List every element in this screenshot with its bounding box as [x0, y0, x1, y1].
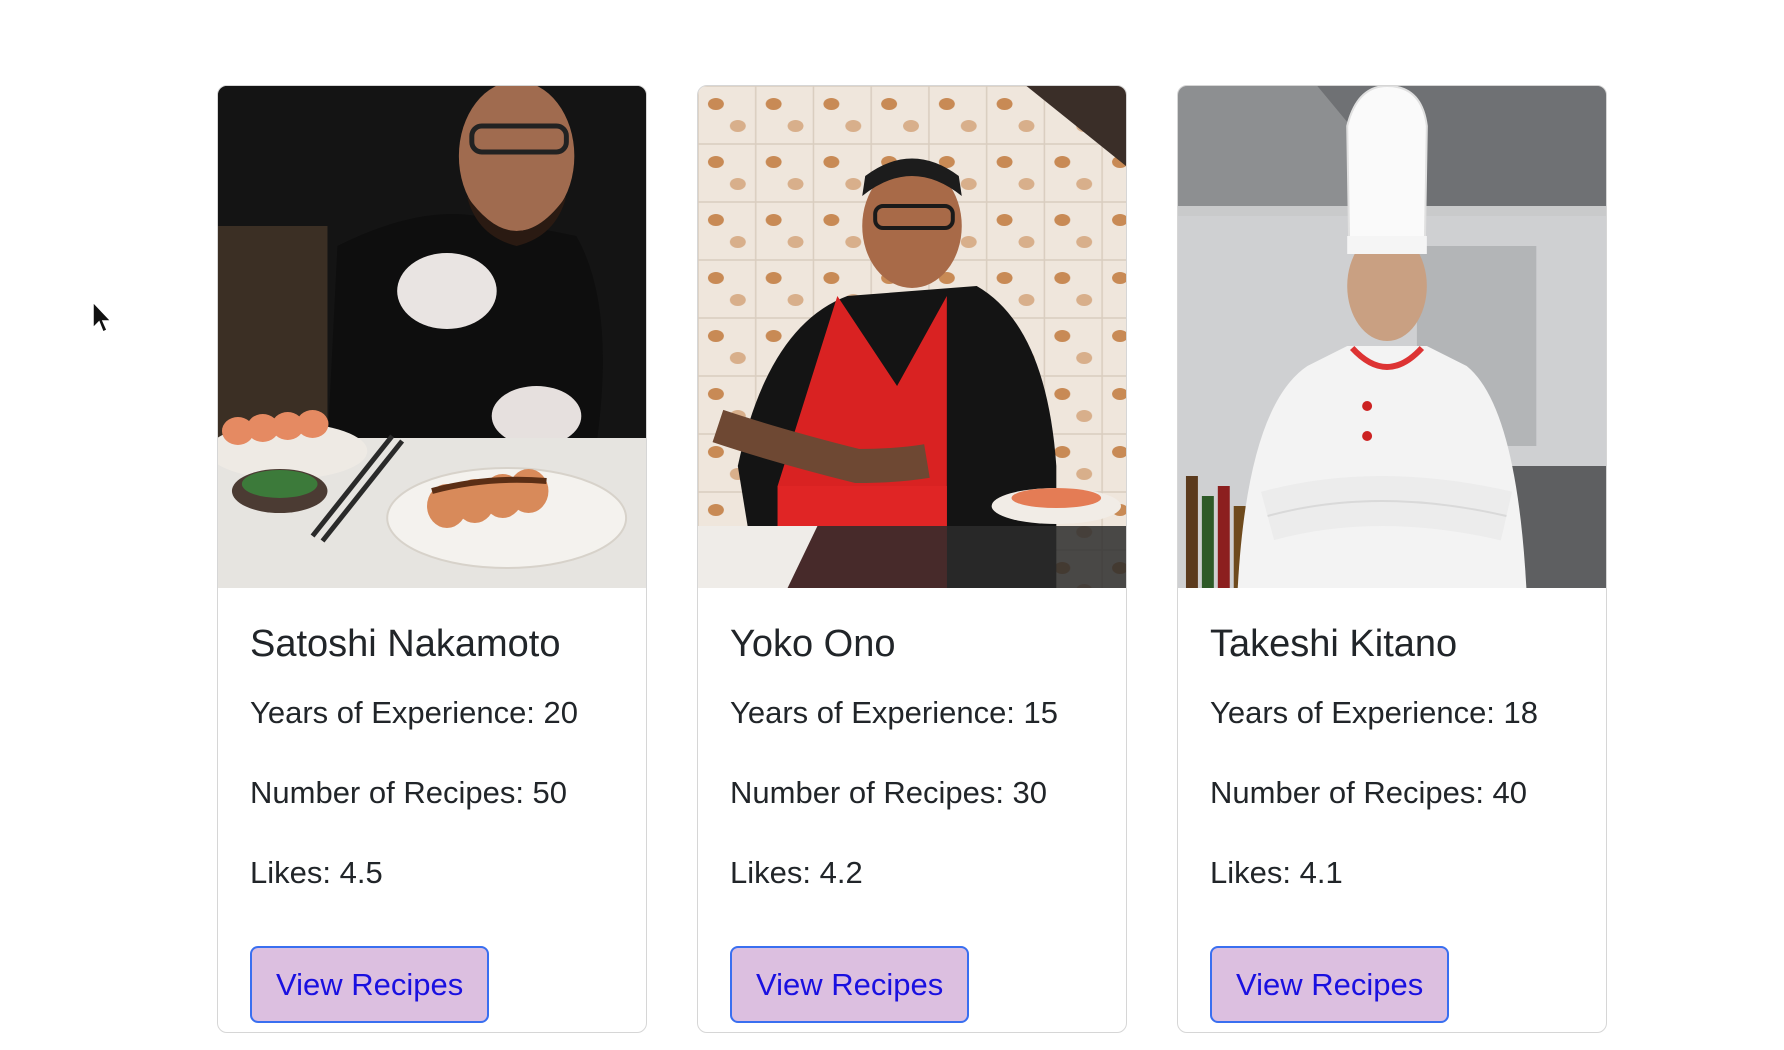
chef-card-list: Satoshi Nakamoto Years of Experience: 20…: [217, 85, 1607, 1033]
chef-name: Yoko Ono: [730, 623, 896, 665]
chef-card: Takeshi Kitano Years of Experience: 18 N…: [1177, 85, 1607, 1033]
chef-photo: [1178, 86, 1606, 588]
chef-card: Yoko Ono Years of Experience: 15 Number …: [697, 85, 1127, 1033]
mouse-cursor-icon: [92, 300, 113, 334]
card-body: Yoko Ono Years of Experience: 15 Number …: [698, 588, 1126, 1024]
chef-photo: [698, 86, 1126, 588]
chef-photo: [218, 86, 646, 588]
chef-name: Satoshi Nakamoto: [250, 623, 561, 665]
chef-recipe-count: Number of Recipes: 50: [250, 774, 568, 810]
chef-experience: Years of Experience: 18: [1210, 694, 1539, 730]
card-body: Takeshi Kitano Years of Experience: 18 N…: [1178, 588, 1606, 1024]
chef-likes: Likes: 4.1: [1210, 854, 1343, 890]
card-body: Satoshi Nakamoto Years of Experience: 20…: [218, 588, 646, 1024]
chef-likes: Likes: 4.2: [730, 854, 863, 890]
chef-experience: Years of Experience: 15: [730, 694, 1059, 730]
chef-likes: Likes: 4.5: [250, 854, 383, 890]
chef-experience: Years of Experience: 20: [250, 694, 579, 730]
chef-card: Satoshi Nakamoto Years of Experience: 20…: [217, 85, 647, 1033]
view-recipes-button[interactable]: View Recipes: [250, 946, 490, 1024]
view-recipes-button[interactable]: View Recipes: [1210, 946, 1450, 1024]
page: Satoshi Nakamoto Years of Experience: 20…: [0, 0, 1784, 1050]
chef-name: Takeshi Kitano: [1210, 623, 1458, 665]
chef-recipe-count: Number of Recipes: 40: [1210, 774, 1528, 810]
chef-recipe-count: Number of Recipes: 30: [730, 774, 1048, 810]
view-recipes-button[interactable]: View Recipes: [730, 946, 970, 1024]
